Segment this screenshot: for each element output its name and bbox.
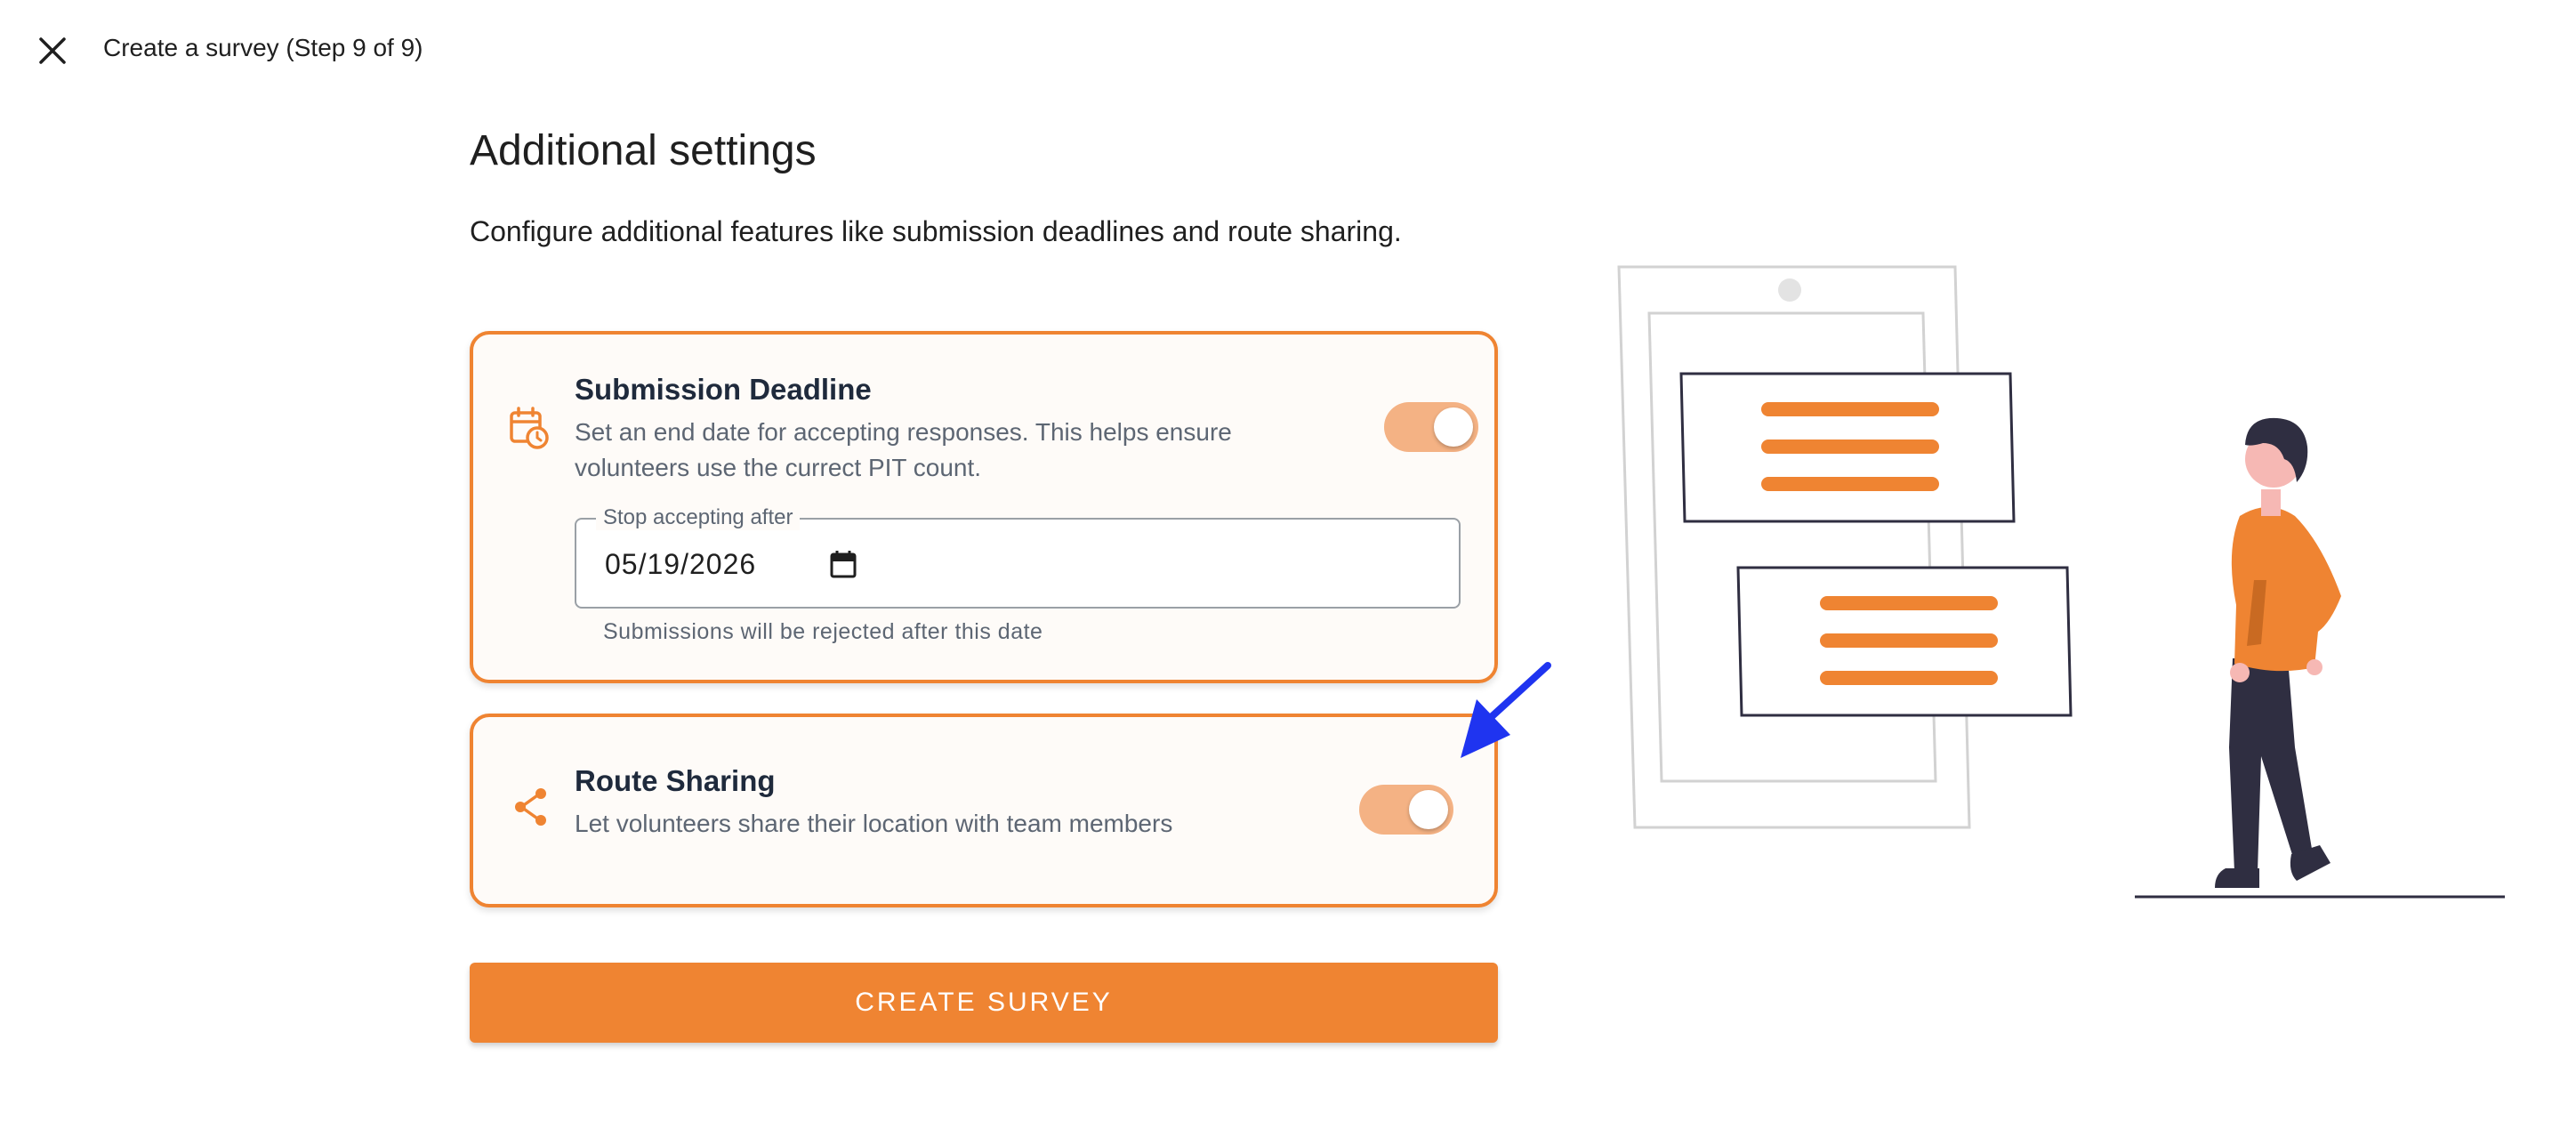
top-bar: Create a survey (Step 9 of 9) (0, 0, 2576, 98)
wizard-step-title: Create a survey (Step 9 of 9) (103, 34, 423, 61)
toggle-thumb (1409, 790, 1448, 829)
message-card-illustration (1679, 372, 2016, 523)
message-card-illustration (1736, 566, 2073, 717)
route-sharing-description: Let volunteers share their location with… (575, 810, 1173, 837)
submission-deadline-toggle[interactable] (1384, 397, 1478, 456)
stop-accepting-date-field[interactable]: Stop accepting after 05/19/2026 (575, 505, 1461, 609)
page-title: Additional settings (470, 127, 817, 174)
calendar-picker-button[interactable] (825, 546, 861, 582)
survey-illustration (1617, 265, 2505, 899)
route-sharing-card: Route Sharing Let volunteers share their… (470, 714, 1498, 907)
submission-deadline-description: Set an end date for accepting responses.… (575, 418, 1232, 481)
share-icon (509, 785, 553, 829)
date-field-label: Stop accepting after (596, 505, 801, 530)
submission-deadline-card: Submission Deadline Set an end date for … (470, 331, 1498, 683)
settings-header: Additional settings Configure additional… (470, 116, 1501, 251)
toggle-thumb (1434, 407, 1473, 447)
route-sharing-title: Route Sharing (575, 764, 776, 797)
submission-deadline-title: Submission Deadline (575, 373, 872, 406)
date-field-helper-text: Submissions will be rejected after this … (603, 619, 1043, 644)
person-illustration (2215, 417, 2341, 888)
close-icon (39, 37, 66, 64)
calendar-clock-icon (507, 406, 551, 450)
close-button[interactable] (30, 28, 75, 73)
calendar-icon (830, 551, 857, 578)
date-field-value[interactable]: 05/19/2026 (605, 544, 756, 584)
page-description: Configure additional features like submi… (470, 215, 1402, 247)
phone-illustration (1617, 265, 1971, 829)
route-sharing-toggle[interactable] (1359, 779, 1453, 838)
create-survey-button[interactable]: Create Survey (470, 963, 1498, 1043)
